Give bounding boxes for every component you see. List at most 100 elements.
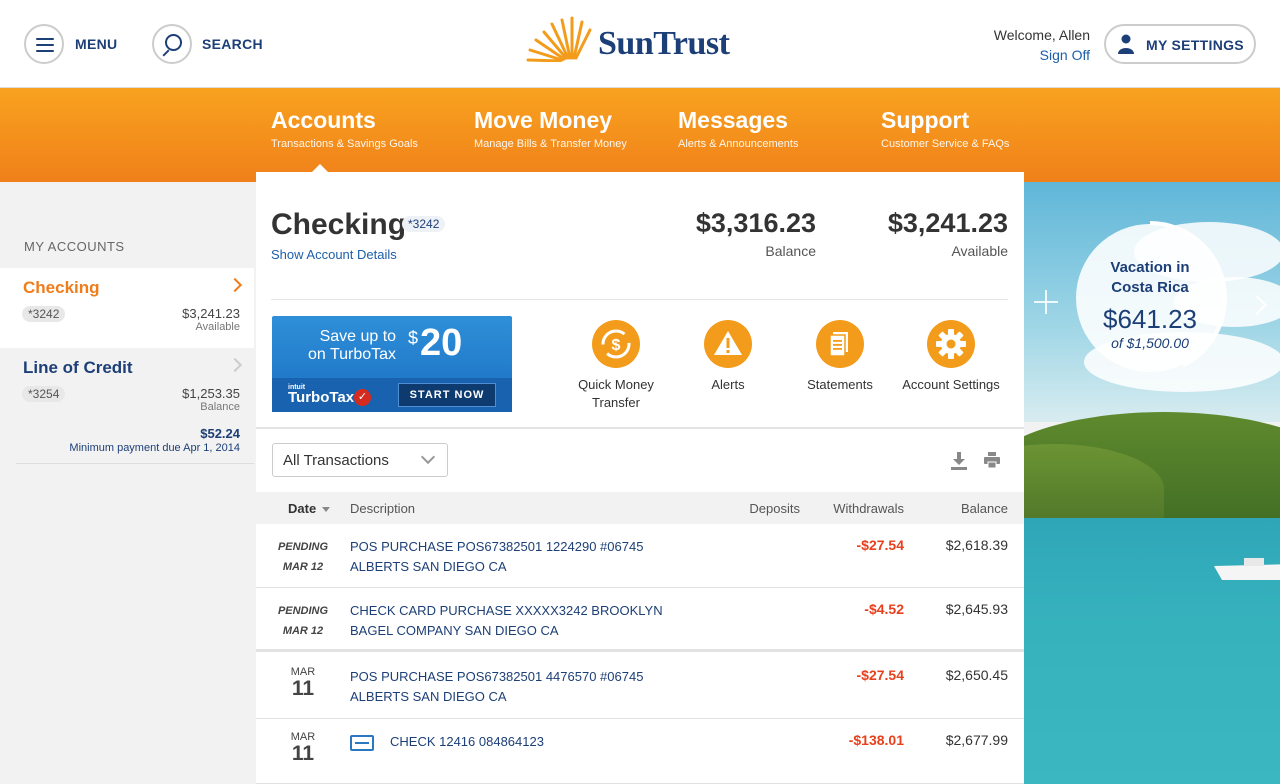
available-block: $3,241.23 Available bbox=[888, 208, 1008, 259]
withdrawal-amount: -$4.52 bbox=[864, 601, 904, 617]
account-amount: $1,253.35 Balance bbox=[182, 386, 240, 413]
available-value: $3,241.23 bbox=[887, 208, 1008, 238]
column-header-deposits: Deposits bbox=[749, 501, 800, 516]
gear-icon bbox=[927, 320, 975, 368]
account-amount: $3,241.23 Available bbox=[182, 306, 240, 333]
transaction-date: MAR 11 bbox=[271, 666, 335, 700]
pending-date: MAR 12 bbox=[282, 561, 324, 573]
column-header-date[interactable]: Date bbox=[288, 501, 316, 516]
account-number-badge: *3242 bbox=[402, 216, 446, 232]
transaction-date: MAR 11 bbox=[271, 731, 335, 765]
transactions-table-header: Date Description Deposits Withdrawals Ba… bbox=[256, 492, 1024, 524]
add-goal-icon[interactable] bbox=[1034, 290, 1058, 314]
running-balance: $2,650.45 bbox=[945, 667, 1008, 683]
description-line1: POS PURCHASE POS67382501 1224290 #06745 bbox=[350, 539, 644, 554]
action-label: Quick Money Transfer bbox=[578, 377, 654, 410]
download-icon[interactable] bbox=[951, 452, 967, 470]
sun-rays-icon bbox=[526, 16, 592, 63]
sort-desc-icon[interactable] bbox=[322, 507, 330, 512]
my-accounts-heading: MY ACCOUNTS bbox=[24, 239, 125, 254]
balance-block: $3,316.23 Balance bbox=[696, 208, 816, 259]
sidebar-account-checking[interactable]: Checking *3242 $3,241.23 Available bbox=[0, 268, 254, 348]
transaction-date: PENDING MAR 12 bbox=[271, 537, 335, 577]
hamburger-icon bbox=[36, 38, 54, 52]
account-number: *3242 bbox=[22, 306, 66, 322]
chevron-right-icon bbox=[227, 277, 243, 293]
nav-title: Move Money bbox=[474, 107, 613, 133]
section-separator bbox=[256, 427, 1024, 429]
menu-button[interactable] bbox=[24, 24, 64, 64]
show-account-details-link[interactable]: Show Account Details bbox=[271, 247, 397, 262]
date-day: 11 bbox=[291, 742, 315, 765]
search-label[interactable]: SEARCH bbox=[202, 36, 263, 52]
description-line1: CHECK 12416 084864123 bbox=[390, 734, 544, 749]
transaction-description[interactable]: CHECK 12416 084864123 bbox=[390, 732, 544, 752]
suntrust-logo[interactable]: SunTrust bbox=[526, 14, 756, 64]
nav-messages[interactable]: Messages Alerts & Announcements bbox=[678, 106, 798, 150]
transaction-description[interactable]: CHECK CARD PURCHASE XXXXX3242 BROOKLYN B… bbox=[350, 601, 663, 641]
nav-accounts[interactable]: Accounts Transactions & Savings Goals bbox=[271, 106, 418, 150]
alerts-button[interactable]: Alerts bbox=[678, 320, 778, 394]
withdrawal-amount: -$27.54 bbox=[856, 537, 904, 553]
table-row[interactable]: PENDING MAR 12 POS PURCHASE POS67382501 … bbox=[256, 524, 1024, 588]
description-line2: ALBERTS SAN DIEGO CA bbox=[350, 689, 507, 704]
print-icon[interactable] bbox=[984, 452, 1000, 468]
filter-selected-value: All Transactions bbox=[283, 452, 389, 469]
account-detail-panel: Checking *3242 Show Account Details $3,3… bbox=[256, 172, 1024, 784]
promo-amount: 20 bbox=[420, 322, 463, 364]
withdrawal-amount: -$138.01 bbox=[848, 732, 904, 748]
start-now-button[interactable]: START NOW bbox=[398, 383, 496, 407]
savings-goal-panel: Vacation in Costa Rica $641.23 of $1,500… bbox=[1024, 182, 1280, 784]
transaction-filter-select[interactable]: All Transactions bbox=[272, 443, 448, 477]
divider bbox=[271, 299, 1008, 300]
nav-title: Messages bbox=[678, 107, 788, 133]
nav-move-money[interactable]: Move Money Manage Bills & Transfer Money bbox=[474, 106, 627, 150]
pending-status: PENDING bbox=[277, 605, 329, 617]
transaction-date: PENDING MAR 12 bbox=[271, 601, 335, 641]
nav-subtitle: Alerts & Announcements bbox=[678, 138, 799, 150]
nav-title: Accounts bbox=[271, 107, 376, 133]
account-settings-button[interactable]: Account Settings bbox=[901, 320, 1001, 394]
check-image-icon[interactable] bbox=[350, 735, 374, 751]
search-button[interactable] bbox=[152, 24, 192, 64]
nav-subtitle: Manage Bills & Transfer Money bbox=[474, 138, 627, 150]
goal-target: of $1,500.00 bbox=[1111, 335, 1189, 351]
turbotax-promo-banner[interactable]: Save up to on TurboTax $ 20 intuit Turbo… bbox=[272, 316, 512, 412]
table-row[interactable]: MAR 11 POS PURCHASE POS67382501 4476570 … bbox=[256, 654, 1024, 719]
pending-date: MAR 12 bbox=[282, 625, 324, 637]
column-header-balance: Balance bbox=[961, 501, 1008, 516]
sign-off-link[interactable]: Sign Off bbox=[994, 45, 1090, 65]
nav-subtitle: Transactions & Savings Goals bbox=[271, 138, 418, 150]
statements-button[interactable]: Statements bbox=[790, 320, 890, 394]
svg-text:$: $ bbox=[612, 337, 621, 354]
table-row[interactable]: MAR 11 CHECK 12416 084864123 -$138.01 $2… bbox=[256, 719, 1024, 784]
accounts-sidebar: MY ACCOUNTS Checking *3242 $3,241.23 Ava… bbox=[0, 182, 256, 784]
description-line2: ALBERTS SAN DIEGO CA bbox=[350, 559, 507, 574]
person-icon bbox=[1118, 34, 1134, 54]
goal-name-line1: Vacation in bbox=[1110, 259, 1190, 276]
account-amount-label: Balance bbox=[200, 401, 240, 413]
goal-name: Vacation in Costa Rica bbox=[1076, 258, 1224, 298]
my-settings-button[interactable]: MY SETTINGS bbox=[1104, 24, 1256, 64]
promo-line2: on TurboTax bbox=[308, 346, 397, 363]
my-settings-label: MY SETTINGS bbox=[1146, 37, 1244, 53]
transaction-description[interactable]: POS PURCHASE POS67382501 1224290 #06745 … bbox=[350, 537, 643, 577]
goal-saved-amount: $641.23 bbox=[1103, 304, 1197, 334]
table-row[interactable]: PENDING MAR 12 CHECK CARD PURCHASE XXXXX… bbox=[256, 588, 1024, 652]
running-balance: $2,677.99 bbox=[945, 732, 1008, 748]
pending-status: PENDING bbox=[277, 541, 329, 553]
transaction-description[interactable]: POS PURCHASE POS67382501 4476570 #06745 … bbox=[350, 667, 643, 707]
savings-goal-card[interactable]: Vacation in Costa Rica $641.23 of $1,500… bbox=[1076, 224, 1224, 372]
balance-value: $3,316.23 bbox=[695, 208, 816, 238]
top-header: MENU SEARCH SunTrust Welcome, Allen Sign… bbox=[0, 0, 1280, 88]
quick-money-transfer-button[interactable]: $ Quick Money Transfer bbox=[566, 320, 666, 412]
action-label: Statements bbox=[807, 377, 873, 392]
running-balance: $2,618.39 bbox=[945, 537, 1008, 553]
description-line1: POS PURCHASE POS67382501 4476570 #06745 bbox=[350, 669, 644, 684]
nav-support[interactable]: Support Customer Service & FAQs bbox=[881, 106, 1009, 150]
menu-label[interactable]: MENU bbox=[75, 36, 117, 52]
money-transfer-icon: $ bbox=[592, 320, 640, 368]
description-line1: CHECK CARD PURCHASE XXXXX3242 BROOKLYN bbox=[350, 603, 663, 618]
sidebar-account-line-of-credit[interactable]: Line of Credit *3254 $1,253.35 Balance $… bbox=[16, 348, 254, 464]
withdrawal-amount: -$27.54 bbox=[856, 667, 904, 683]
